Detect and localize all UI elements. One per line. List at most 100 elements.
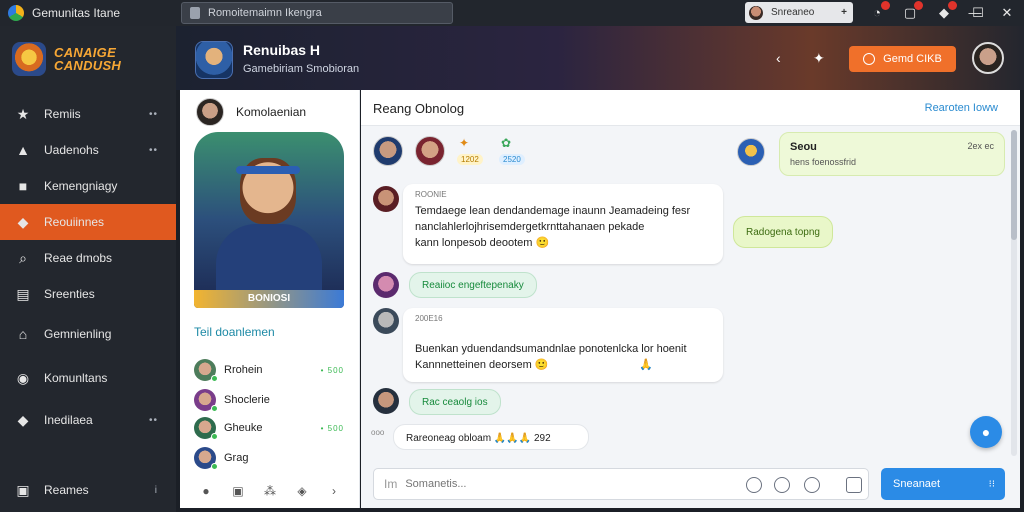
- message-composer[interactable]: Im: [373, 468, 869, 500]
- reaction-bar-text: Rareoneag obloam 🙏🙏🙏 292: [406, 433, 551, 444]
- pinned-time: 2ex ec: [967, 141, 994, 151]
- profile-header[interactable]: Komolaenian: [196, 98, 306, 126]
- sidebar-item[interactable]: ◉ Komunltans: [0, 360, 176, 396]
- message-line: nanclahlerlojhrisemdergetkrnttahanaen pe…: [415, 221, 645, 233]
- send-button[interactable]: Sneanaet ⁝⁝: [881, 468, 1005, 500]
- message-avatar[interactable]: [373, 186, 399, 212]
- more-icon[interactable]: ••: [149, 415, 158, 426]
- friend-list-item[interactable]: Shoclerie: [194, 388, 344, 412]
- shield-icon[interactable]: ◈: [295, 484, 309, 498]
- more-icon[interactable]: i: [155, 485, 158, 496]
- chat-header-link[interactable]: Rearoten Ioww: [925, 102, 998, 114]
- title-search-box[interactable]: Romoitemaimn Ikengra: [181, 2, 453, 24]
- sidebar-item[interactable]: ◆ Reouiinnes: [0, 204, 176, 240]
- plus-icon[interactable]: +: [841, 7, 847, 18]
- header-avatar[interactable]: [972, 42, 1004, 74]
- side-reaction-pill[interactable]: Radogena topng: [733, 216, 833, 248]
- friend-list-item[interactable]: Grag: [194, 446, 344, 470]
- emoji-icon[interactable]: [746, 477, 762, 493]
- online-dot: [211, 375, 218, 382]
- search-icon[interactable]: [774, 477, 790, 493]
- back-icon[interactable]: ‹: [776, 50, 781, 66]
- member-tag: 1202: [457, 154, 483, 165]
- reaction-bar[interactable]: Rareoneag obloam 🙏🙏🙏 292: [393, 424, 589, 450]
- friend-name: Gheuke: [224, 422, 263, 434]
- game-header: Renuibas H Gamebiriam Smobioran ‹ ✦ Gemd…: [176, 26, 1024, 90]
- contact-avatar[interactable]: [737, 138, 765, 166]
- circle-icon: [863, 53, 876, 65]
- sidebar-item[interactable]: ★ Remiis ••: [0, 96, 176, 132]
- message-line: Temdaege lean dendandemage inaunn Jeamad…: [415, 205, 691, 217]
- game-icon[interactable]: [195, 41, 233, 79]
- notification-icon[interactable]: ◔: [868, 1, 890, 22]
- member-avatar[interactable]: [373, 136, 403, 166]
- hero-caption: BONIOSI: [194, 290, 344, 308]
- cta-button[interactable]: Gemd CIKB: [849, 46, 956, 72]
- sparkle-icon[interactable]: ✦: [813, 50, 825, 67]
- message-input[interactable]: [405, 478, 726, 490]
- people-icon[interactable]: ⁂: [263, 484, 277, 498]
- sidebar-item[interactable]: ▲ Uadenohs ••: [0, 132, 176, 168]
- avatar: [749, 5, 763, 20]
- sidebar-item[interactable]: ▤ Sreenties: [0, 276, 176, 312]
- app-title: Gemunitas Itane: [32, 6, 121, 20]
- profile-toolbar: ● ▣ ⁂ ◈ ›: [180, 478, 360, 504]
- message-bubble[interactable]: ROONIE Temdaege lean dendandemage inaunn…: [403, 184, 723, 264]
- reaction-emoji[interactable]: 🙏: [639, 358, 653, 373]
- close-icon[interactable]: ✕: [998, 4, 1016, 22]
- chat-panel: Reang Obnolog Rearoten Ioww ✦ 1202 ✿ 252…: [361, 90, 1020, 508]
- chevron-right-icon[interactable]: ›: [327, 484, 341, 498]
- friend-list-item[interactable]: Rrohein • 500: [194, 358, 344, 382]
- message-avatar[interactable]: [373, 272, 399, 298]
- document-icon: ▤: [16, 285, 30, 302]
- message-avatar[interactable]: [373, 388, 399, 414]
- more-icon[interactable]: ••: [149, 109, 158, 120]
- chat-scrollbar[interactable]: [1011, 130, 1017, 456]
- avatar: [194, 417, 218, 440]
- reply-pill[interactable]: Rac ceaolg ios: [409, 389, 501, 415]
- user-chip[interactable]: Snreaneo +: [745, 2, 853, 23]
- member-avatar[interactable]: [415, 136, 445, 166]
- message-bubble[interactable]: 200E16 Buenkan yduendandsumandnlae ponot…: [403, 308, 723, 382]
- camera-icon[interactable]: ▣: [231, 484, 245, 498]
- sidebar-item[interactable]: ▣ Reames i: [0, 472, 176, 508]
- sidebar-item[interactable]: ■ Kemengniagy: [0, 168, 176, 204]
- online-dot: [211, 433, 218, 440]
- hero-body: [216, 224, 322, 290]
- square-icon: ■: [18, 178, 28, 194]
- send-options-icon[interactable]: ⁝⁝: [989, 479, 995, 490]
- brand-emblem-icon: [12, 42, 46, 76]
- more-icon[interactable]: ••: [149, 145, 158, 156]
- online-dot: [211, 463, 218, 470]
- info-icon[interactable]: ●: [199, 484, 213, 498]
- chat-bubble-icon[interactable]: [804, 477, 820, 493]
- chat-header: Reang Obnolog Rearoten Ioww: [361, 90, 1020, 126]
- reply-pill[interactable]: Reaiioc engeftepenaky: [409, 272, 537, 298]
- friend-list-item[interactable]: Gheuke • 500: [194, 416, 344, 440]
- inbox-icon[interactable]: ▢: [901, 1, 923, 22]
- profile-name: Komolaenian: [236, 105, 307, 119]
- hero-card[interactable]: BONIOSI: [194, 132, 344, 308]
- brand-text: CANAIGE CANDUSH: [54, 46, 121, 72]
- sidebar-item-label: Inedilaea: [44, 413, 93, 427]
- attachment-icon[interactable]: [846, 477, 862, 493]
- pinned-message-card[interactable]: Seou hens foenossfrid 2ex ec: [779, 132, 1005, 176]
- maximize-icon[interactable]: ☐: [969, 4, 987, 22]
- star-icon: ★: [16, 105, 30, 122]
- sidebar-item-label: Komunltans: [44, 371, 108, 385]
- clover-icon: ✿: [501, 136, 512, 150]
- game-subtitle: Gamebiriam Smobioran: [243, 63, 360, 75]
- sidebar-item-label: Remiis: [44, 107, 81, 121]
- message-line: Kannnetteinen deorsem 🙂: [415, 359, 549, 371]
- voice-button[interactable]: ●: [970, 416, 1002, 448]
- scrollbar-thumb[interactable]: [1011, 130, 1017, 240]
- sidebar-item[interactable]: ⌕ Reae dmobs: [0, 240, 176, 276]
- flame-icon: ◆: [17, 213, 29, 230]
- sidebar-item[interactable]: ⌂ Gemnienling: [0, 316, 176, 352]
- message-avatar[interactable]: [373, 308, 399, 334]
- message-line: Buenkan yduendandsumandnlae ponotenlcka …: [415, 343, 687, 355]
- sidebar-item-label: Gemnienling: [44, 327, 112, 341]
- sidebar: CANAIGE CANDUSH ★ Remiis •• ▲ Uadenohs •• ■ Kem…: [0, 26, 176, 512]
- sidebar-item[interactable]: ◆ Inedilaea ••: [0, 402, 176, 438]
- gift-icon[interactable]: ◆: [935, 1, 957, 22]
